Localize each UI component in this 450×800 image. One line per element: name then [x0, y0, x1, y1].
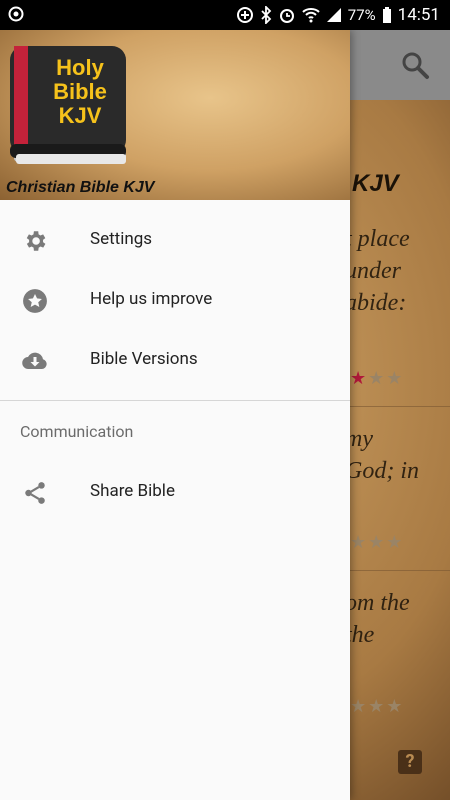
- battery-icon: [382, 7, 391, 23]
- verse-divider: [350, 570, 450, 571]
- data-saver-icon: [236, 7, 253, 23]
- verse-line: under: [345, 258, 401, 284]
- battery-percent: 77%: [347, 6, 376, 24]
- verse-line: God; in: [345, 458, 419, 484]
- cloud-download-icon: [22, 352, 47, 370]
- drawer-divider: [0, 400, 350, 401]
- verse-line: abide:: [345, 290, 407, 316]
- verse-line: t place: [345, 226, 410, 252]
- wifi-icon: [302, 8, 320, 23]
- sync-icon: [8, 6, 24, 22]
- menu-item-share-bible[interactable]: Share Bible: [0, 462, 350, 522]
- section-title: Communication: [20, 422, 134, 441]
- clock: 14:51: [397, 5, 440, 25]
- menu-item-label: Bible Versions: [90, 349, 198, 369]
- menu-item-settings[interactable]: Settings: [0, 210, 350, 270]
- app-name: Christian Bible KJV: [6, 179, 155, 196]
- rating-stars[interactable]: ★★★: [350, 696, 404, 717]
- navigation-drawer: Holy Bible KJV Christian Bible KJV Setti…: [0, 30, 350, 800]
- gear-icon: [26, 231, 46, 251]
- verse-divider: [350, 406, 450, 407]
- menu-item-label: Share Bible: [90, 481, 175, 501]
- rating-stars[interactable]: ★★★: [350, 532, 404, 553]
- menu-item-help-us-improve[interactable]: Help us improve: [0, 270, 350, 330]
- drawer-header: Holy Bible KJV Christian Bible KJV: [0, 30, 350, 200]
- rating-stars[interactable]: ★★★: [350, 368, 404, 389]
- help-icon[interactable]: ?: [398, 750, 422, 774]
- share-icon: [25, 482, 45, 504]
- menu-item-label: Help us improve: [90, 289, 213, 309]
- signal-icon: [326, 8, 341, 22]
- status-bar: 77% 14:51: [0, 0, 450, 30]
- verse-title: KJV: [352, 170, 399, 197]
- menu-item-label: Settings: [90, 229, 153, 249]
- search-icon[interactable]: [400, 50, 430, 80]
- menu-item-bible-versions[interactable]: Bible Versions: [0, 330, 350, 390]
- star-icon: [23, 289, 47, 313]
- logo-text: Holy Bible KJV: [53, 55, 107, 128]
- bluetooth-icon: [261, 6, 272, 24]
- alarm-icon: [279, 9, 294, 23]
- verse-line: om the: [345, 590, 410, 616]
